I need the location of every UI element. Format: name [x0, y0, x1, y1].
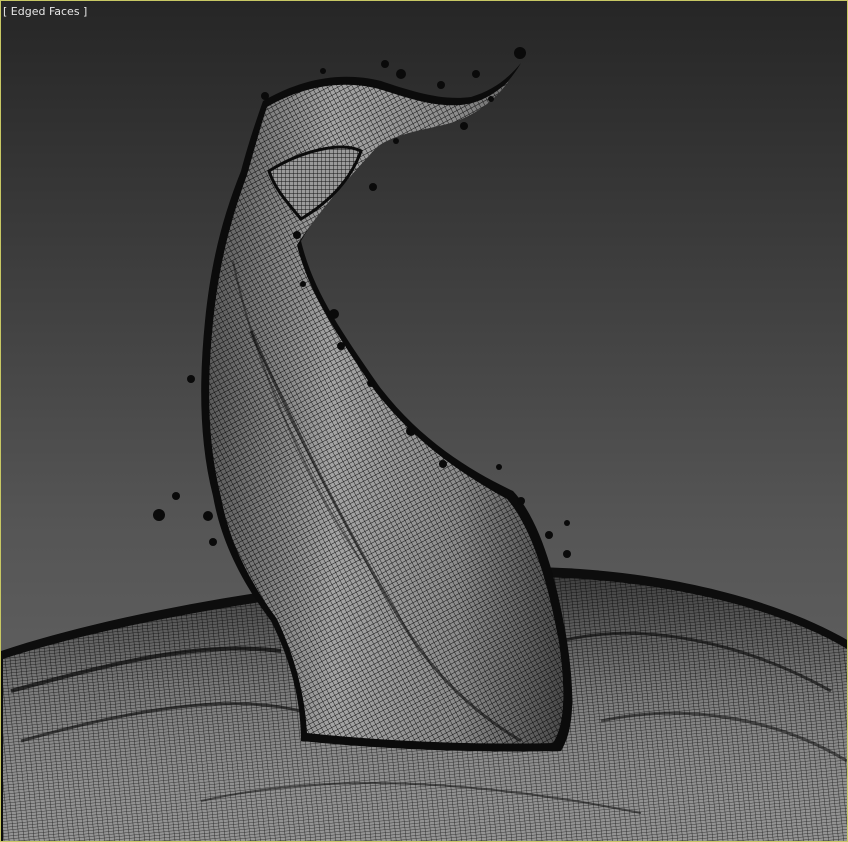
3d-viewport[interactable]: [ Edged Faces ]: [0, 0, 848, 842]
wireframe-scene: [1, 47, 847, 841]
